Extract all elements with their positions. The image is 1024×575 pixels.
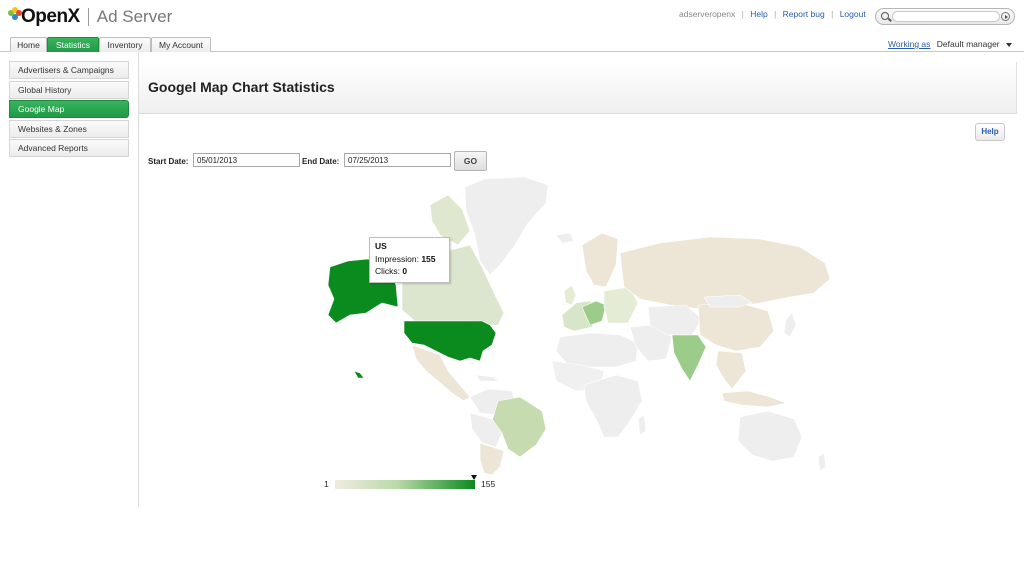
search-box: [875, 8, 1015, 25]
map-region-north-africa: [555, 332, 639, 368]
username: adserveropenx: [679, 9, 736, 19]
end-date-input[interactable]: [344, 153, 451, 167]
sidebar-item-google-map[interactable]: Google Map: [9, 100, 129, 118]
tooltip-impression-value: 155: [421, 254, 436, 264]
start-date-input[interactable]: [193, 153, 300, 167]
map-region-central-africa: [583, 374, 643, 438]
tab-my-account[interactable]: My Account: [151, 37, 211, 52]
report-bug-link[interactable]: Report bug: [783, 9, 825, 19]
map-region-madagascar: [637, 414, 647, 436]
product-name: Ad Server: [96, 7, 173, 26]
search-input[interactable]: [892, 11, 1000, 22]
geo-map-chart[interactable]: [320, 175, 840, 476]
map-region-japan: [783, 312, 797, 338]
top-links: adserveropenx | Help | Report bug | Logo…: [679, 9, 866, 19]
tooltip-impression-label: Impression:: [375, 254, 419, 264]
brand-name: OpenX: [21, 6, 80, 27]
map-region-brazil: [491, 396, 547, 458]
map-region-australia: [737, 410, 803, 462]
tab-home[interactable]: Home: [10, 37, 47, 52]
working-as-label[interactable]: Working as: [888, 39, 930, 49]
working-as-value: Default manager: [936, 39, 1000, 49]
map-region-china: [697, 302, 775, 352]
color-legend: 1 155: [322, 475, 502, 492]
go-button[interactable]: GO: [454, 151, 487, 171]
header: OpenX Ad Server adserveropenx | Help | R…: [0, 0, 1024, 36]
chevron-down-icon: [1006, 42, 1012, 47]
tab-inventory[interactable]: Inventory: [99, 37, 151, 52]
logout-link[interactable]: Logout: [840, 9, 866, 19]
search-submit-icon[interactable]: [1001, 12, 1010, 21]
help-link[interactable]: Help: [750, 9, 767, 19]
openx-logo-icon: [8, 7, 24, 27]
tooltip-clicks-label: Clicks:: [375, 266, 401, 276]
legend-max: 155: [481, 479, 496, 489]
map-tooltip: US Impression: 155 Clicks: 0: [369, 237, 450, 283]
sidebar-item-websites-zones[interactable]: Websites & Zones: [9, 119, 129, 138]
world-map: [327, 176, 831, 476]
map-region-indonesia: [721, 390, 788, 408]
sidebar: Advertisers & Campaigns Global History G…: [9, 61, 129, 159]
map-region-new-zealand: [817, 452, 827, 472]
page-header: Googel Map Chart Statistics: [139, 62, 1017, 114]
tab-statistics[interactable]: Statistics: [47, 37, 99, 52]
legend-min: 1: [324, 479, 329, 489]
app-window: OpenX Ad Server adserveropenx | Help | R…: [0, 0, 1024, 575]
map-region-southeast-asia: [715, 350, 747, 390]
start-date-label: Start Date:: [148, 157, 189, 166]
map-region-caribbean: [475, 374, 499, 382]
map-region-iceland: [555, 232, 575, 244]
legend-marker-icon: [471, 475, 477, 480]
map-region-india: [671, 334, 707, 382]
openx-logo[interactable]: OpenX Ad Server: [8, 6, 172, 28]
map-region-hawaii: [353, 370, 365, 379]
map-region-scandinavia: [581, 232, 619, 288]
tooltip-clicks-value: 0: [402, 266, 408, 276]
map-region-argentina: [479, 442, 505, 476]
end-date-label: End Date:: [302, 157, 340, 166]
tooltip-country: US: [375, 241, 387, 251]
main-tabs: Home Statistics Inventory My Account Wor…: [0, 36, 1024, 52]
page-title: Googel Map Chart Statistics: [148, 79, 335, 95]
legend-gradient-bar: [335, 480, 475, 489]
working-as-selector[interactable]: Working as Default manager: [888, 39, 1012, 49]
search-icon: [881, 12, 889, 20]
map-region-uk: [563, 284, 577, 306]
sidebar-item-global-history[interactable]: Global History: [9, 80, 129, 99]
logo-divider: [87, 8, 89, 26]
sidebar-item-advertisers-campaigns[interactable]: Advertisers & Campaigns: [9, 61, 129, 79]
help-button[interactable]: Help: [975, 123, 1005, 141]
sidebar-item-advanced-reports[interactable]: Advanced Reports: [9, 139, 129, 157]
